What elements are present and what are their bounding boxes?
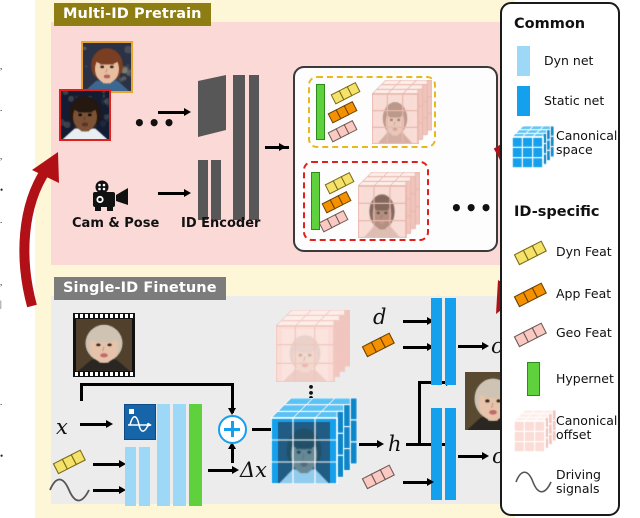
- margin-text-fragment: •: [0, 452, 14, 461]
- legend-label-hypernet: Hypernet: [556, 372, 614, 386]
- dyn-net-bar-a: [125, 447, 136, 506]
- legend-label-geo-feat: Geo Feat: [556, 326, 612, 340]
- arrow-geofeat: [403, 481, 429, 484]
- stage-title-finetune: Single-ID Finetune: [54, 277, 226, 300]
- arrow-driving: [93, 489, 119, 492]
- dyn-feat-input-finetune: [50, 448, 90, 474]
- arrow-x: [80, 423, 106, 426]
- app-feat-input-finetune: [358, 330, 400, 358]
- margin-text-fragment: ,: [0, 62, 14, 71]
- cam-pose-label: Cam & Pose: [72, 216, 159, 231]
- legend-swatch-static-net: [517, 86, 530, 116]
- arrow-geofeat-head: [427, 478, 434, 486]
- arrow-cube-to-h: [359, 443, 379, 446]
- arrow-x-head: [106, 420, 113, 428]
- dyn-net-bar-b: [139, 447, 150, 506]
- legend-label-canonical-space: Canonical space: [556, 129, 616, 156]
- canonical-offset-cube-group1: [372, 80, 432, 148]
- geo-feat-group1: [327, 120, 359, 142]
- arrow-pose-to-encoder-head: [184, 189, 191, 197]
- input-face-thumbnail-2: [59, 89, 111, 141]
- arrow-to-sigma: [458, 455, 484, 458]
- arrow-appfeat: [403, 346, 429, 349]
- input-face-thumbnail-1: [81, 41, 133, 93]
- geo-feat-group2: [318, 210, 350, 232]
- legend-panel: Common Dyn net Static net Canonical spac…: [500, 2, 620, 516]
- legend-heading-id-specific: ID-specific: [514, 204, 599, 220]
- arrow-to-sigma-head: [482, 452, 489, 460]
- camera-pose-icon: [88, 178, 132, 212]
- positional-encoding-icon: [124, 404, 156, 440]
- math-label-delta-x: Δx: [240, 458, 267, 482]
- static-net-bar-bottom-b: [445, 408, 456, 500]
- legend-label-static-net: Static net: [544, 94, 604, 108]
- margin-text-fragment: .: [0, 216, 14, 225]
- wire-h-up: [418, 381, 421, 444]
- legend-swatch-canonical-offset: [514, 410, 556, 456]
- hypernet-bar-group1: [316, 84, 325, 140]
- legend-label-dyn-net: Dyn net: [544, 54, 593, 68]
- arrow-face-to-encoder-head: [184, 108, 191, 116]
- margin-text-fragment: ,: [0, 152, 14, 161]
- legend-label-canonical-offset: Canonical offset: [556, 414, 618, 441]
- margin-text-fragment: .: [0, 104, 14, 113]
- canonical-offset-cube-group2: [358, 172, 420, 242]
- legend-swatch-app-feat: [510, 279, 552, 309]
- dyn-net-bar-c: [157, 404, 170, 506]
- static-net-bar-top-b: [445, 298, 456, 385]
- math-label-x: x: [56, 415, 68, 439]
- canonical-space-cube: [271, 398, 357, 488]
- margin-text-fragment: |: [0, 300, 14, 309]
- margin-text-fragment: •: [0, 186, 14, 195]
- legend-swatch-dyn-feat: [510, 237, 552, 267]
- legend-label-dyn-feat: Dyn Feat: [556, 245, 612, 259]
- driving-signal-icon: [48, 478, 92, 502]
- legend-heading-common: Common: [514, 16, 585, 32]
- legend-swatch-hypernet: [527, 362, 540, 396]
- arrow-d: [403, 320, 429, 323]
- wire-deltax-up: [231, 447, 234, 463]
- legend-label-app-feat: App Feat: [556, 287, 611, 301]
- arrow-pose-to-encoder: [158, 192, 184, 195]
- stage-title-pretrain: Multi-ID Pretrain: [54, 3, 211, 26]
- wire-video-right: [80, 383, 233, 386]
- target-video-filmstrip: [73, 313, 135, 377]
- cycle-arrow-left: [18, 130, 64, 310]
- wire-video-down: [80, 383, 83, 401]
- legend-label-driving-signals: Driving signals: [556, 468, 618, 495]
- dyn-net-bar-d: [173, 404, 186, 506]
- id-encoder-label: ID Encoder: [181, 216, 260, 231]
- arrow-cube-to-h-head: [377, 440, 384, 448]
- margin-text-fragment: ,: [0, 278, 14, 287]
- arrow-deltax: [208, 469, 232, 472]
- legend-swatch-dyn-net: [517, 46, 530, 76]
- input-ellipsis: •••: [133, 118, 177, 128]
- static-net-bar-bottom-a: [431, 408, 442, 500]
- hypernet-bar-finetune: [189, 404, 202, 506]
- arrow-to-c-head: [482, 342, 489, 350]
- arrow-encoder-to-card-head: [279, 143, 286, 151]
- arrow-to-c: [458, 345, 484, 348]
- math-label-d: d: [373, 305, 386, 329]
- canonical-offset-cube-finetune: [276, 310, 350, 386]
- arrow-dynfeat: [93, 463, 119, 466]
- arrow-deltax-head: [232, 466, 239, 474]
- static-net-bar-top-a: [431, 298, 442, 385]
- addition-operator: [218, 415, 247, 444]
- arrow-face-to-encoder: [158, 111, 184, 114]
- legend-swatch-geo-feat: [510, 319, 552, 349]
- legend-swatch-driving-signals: [514, 470, 554, 494]
- margin-text-fragment: .: [0, 398, 14, 407]
- math-label-h: h: [388, 432, 402, 456]
- legend-swatch-canonical-space: [512, 126, 554, 172]
- wire-into-plus-head: [228, 408, 236, 415]
- geo-feat-input-finetune: [358, 462, 400, 490]
